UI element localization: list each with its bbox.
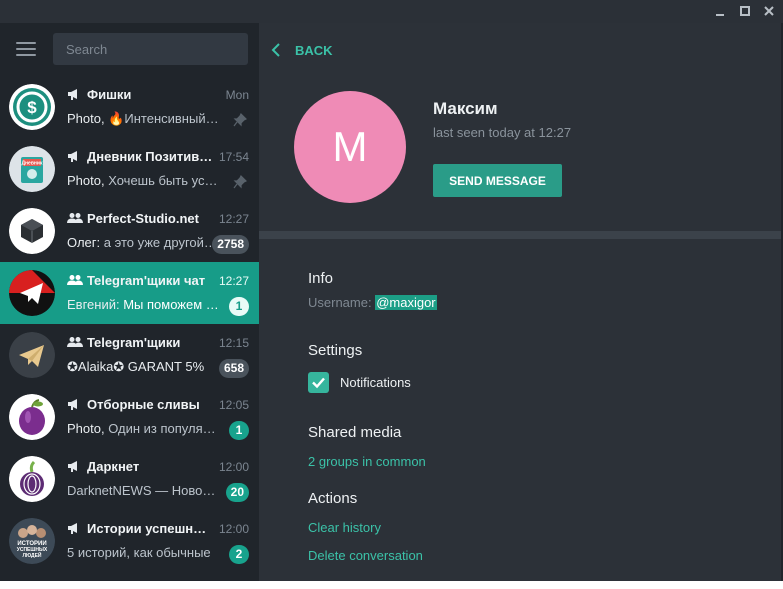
chat-avatar-money-icon: $ — [9, 84, 55, 130]
hamburger-menu-icon[interactable] — [16, 42, 36, 58]
chat-item-active[interactable]: Telegram'щики чат 12:27 Евгений: Мы помо… — [0, 262, 259, 324]
unread-badge: 20 — [225, 483, 249, 502]
group-icon — [67, 337, 83, 347]
chat-preview: Photo, 🔥Интенсивный курс — [67, 111, 219, 126]
group-icon — [67, 275, 83, 285]
chat-avatar-diary-icon: Дневник — [9, 146, 55, 192]
back-button[interactable]: BACK — [271, 38, 333, 62]
search-input[interactable] — [53, 33, 248, 65]
channel-megaphone-icon — [68, 523, 77, 534]
chat-avatar-success-stories-icon: ИСТОРИИ УСПЕШНЫХ ЛЮДЕЙ — [9, 518, 55, 564]
section-divider — [259, 231, 781, 239]
chat-preview: Photo, Один из популярных — [67, 421, 219, 436]
chat-item[interactable]: Даркнет 12:00 DarknetNEWS — Новости 20 — [0, 448, 259, 510]
chat-time: 12:00 — [218, 522, 249, 536]
profile-panel: BACK M Максим last seen today at 12:27 S… — [259, 23, 781, 581]
notifications-label[interactable]: Notifications — [340, 375, 411, 390]
minimize-icon[interactable] — [713, 4, 727, 18]
chat-title: Истории успешных людей — [67, 521, 217, 539]
close-icon[interactable] — [762, 4, 776, 18]
window-bottom — [0, 581, 783, 589]
chat-item[interactable]: $ Фишки Mon Photo, 🔥Интенсивный курс — [0, 76, 259, 138]
chat-avatar-onion-icon — [9, 456, 55, 502]
chat-avatar-plum-icon — [9, 394, 55, 440]
chat-time: 12:05 — [218, 398, 249, 412]
chat-time: 12:27 — [218, 212, 249, 226]
chat-preview: Олег: а это уже другой вопрос — [67, 235, 219, 250]
profile-avatar[interactable]: M — [294, 91, 406, 203]
svg-text:ЛЮДЕЙ: ЛЮДЕЙ — [22, 551, 41, 559]
window-titlebar — [0, 0, 783, 23]
chat-preview: Photo, Хочешь быть успешным — [67, 173, 219, 188]
chat-title: Telegram'щики чат — [67, 273, 217, 291]
pin-icon — [233, 175, 247, 189]
username-value[interactable]: @maxigor — [375, 295, 437, 310]
svg-text:$: $ — [27, 98, 37, 117]
channel-megaphone-icon — [68, 399, 77, 410]
chat-title: Дневник Позитивного — [67, 149, 217, 167]
group-icon — [67, 213, 83, 223]
chevron-left-icon — [271, 43, 280, 57]
chat-item[interactable]: Perfect-Studio.net 12:27 Олег: а это уже… — [0, 200, 259, 262]
checkmark-icon — [312, 377, 325, 389]
profile-name: Максим — [433, 99, 498, 118]
chat-item[interactable]: Дневник Дневник Позитивного 17:54 Photo,… — [0, 138, 259, 200]
shared-media-heading: Shared media — [308, 424, 402, 441]
chat-preview: ✪Alaika✪ GARANT 5% — [67, 359, 205, 374]
back-label: BACK — [295, 42, 333, 58]
chat-time: 17:54 — [218, 150, 249, 164]
username-label: Username: — [308, 295, 376, 310]
chat-item[interactable]: Telegram'щики 12:15 ✪Alaika✪ GARANT 5% 6… — [0, 324, 259, 386]
chat-title: Фишки — [67, 87, 217, 105]
username-row: Username: @maxigor — [308, 295, 437, 310]
chat-item[interactable]: Отборные сливы 12:05 Photo, Один из попу… — [0, 386, 259, 448]
chat-item[interactable]: ИСТОРИИ УСПЕШНЫХ ЛЮДЕЙ Истории успешных … — [0, 510, 259, 572]
chat-time: 12:15 — [218, 336, 249, 350]
info-heading: Info — [308, 270, 334, 287]
groups-in-common-link[interactable]: 2 groups in common — [308, 454, 426, 469]
pin-icon — [233, 113, 247, 127]
unread-badge: 1 — [229, 297, 249, 316]
chat-title: Отборные сливы — [67, 397, 217, 415]
chat-preview: 5 историй, как обычные — [67, 545, 211, 560]
unread-badge: 2 — [229, 545, 249, 564]
chat-avatar-paper-plane-icon — [9, 332, 55, 378]
settings-heading: Settings — [308, 342, 363, 359]
channel-megaphone-icon — [68, 151, 77, 162]
clear-history-link[interactable]: Clear history — [308, 520, 381, 535]
chat-preview: Евгений: Мы поможем вам — [67, 297, 219, 312]
chat-time: Mon — [225, 88, 249, 102]
chat-preview: DarknetNEWS — Новости — [67, 483, 219, 498]
channel-megaphone-icon — [68, 461, 77, 472]
chat-avatar-telegram-icon — [9, 270, 55, 316]
svg-text:Дневник: Дневник — [21, 161, 43, 167]
chat-avatar-cube-icon — [9, 208, 55, 254]
chat-sidebar: $ Фишки Mon Photo, 🔥Интенсивный курс Дне… — [0, 23, 259, 581]
send-message-button[interactable]: SEND MESSAGE — [433, 164, 562, 197]
chat-title: Даркнет — [67, 459, 217, 477]
chat-time: 12:00 — [218, 460, 249, 474]
unread-badge: 2758 — [212, 235, 249, 254]
maximize-icon[interactable] — [738, 4, 752, 18]
chat-title: Telegram'щики — [67, 335, 217, 353]
chat-list: $ Фишки Mon Photo, 🔥Интенсивный курс Дне… — [0, 76, 259, 572]
chat-time: 12:27 — [218, 274, 249, 288]
channel-megaphone-icon — [68, 89, 77, 100]
profile-last-seen: last seen today at 12:27 — [433, 125, 572, 140]
actions-heading: Actions — [308, 490, 358, 507]
unread-badge: 658 — [218, 359, 249, 378]
delete-conversation-link[interactable]: Delete conversation — [308, 548, 423, 563]
unread-badge: 1 — [229, 421, 249, 440]
notifications-checkbox[interactable] — [308, 372, 329, 393]
chat-title: Perfect-Studio.net — [67, 211, 217, 229]
